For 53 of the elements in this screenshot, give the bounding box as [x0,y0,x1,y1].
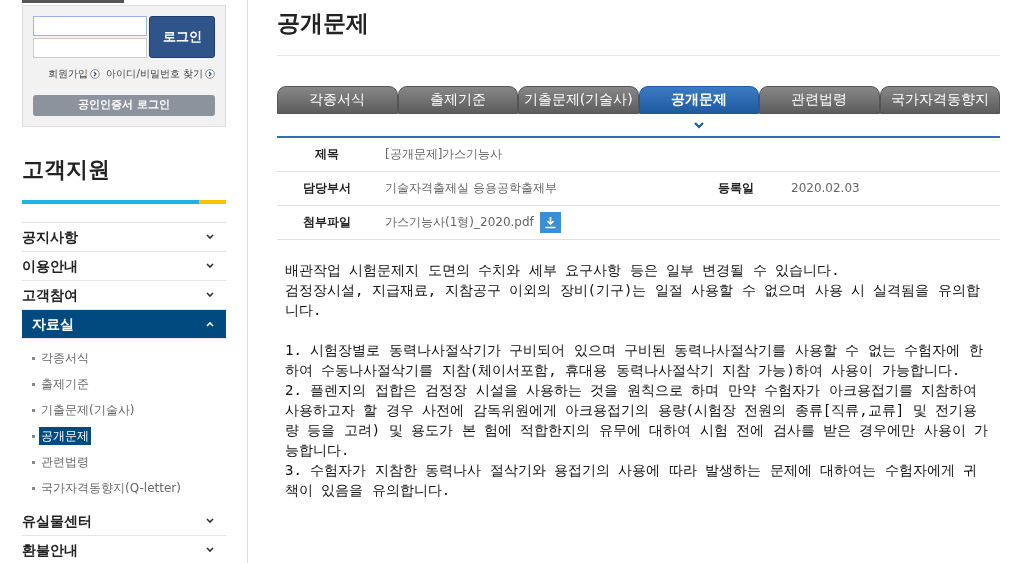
sidebar-item[interactable]: 자료실 [22,310,226,339]
bullet-icon [32,382,35,386]
account-link[interactable]: 아이디/비밀번호 찾기 [106,66,215,81]
bullet-icon [32,408,35,412]
bullet-icon [32,486,35,490]
download-icon[interactable] [539,211,561,233]
bullet-icon [32,434,35,438]
body-paragraph: 1. 시험장별로 동력나사절삭기가 구비되어 있으며 구비된 동력나사절삭기를 사용할 수 없는 수험자에 한하여 수동나사절삭기를 지참(체이서포함, 휴대용 동력나사절삭기 지참 가능)하여 사용이 가능합니다. [285,340,984,380]
id-field[interactable] [33,16,147,36]
submenu-item[interactable]: 관련법령 [39,453,91,471]
login-button[interactable]: 로그인 [149,16,215,58]
field-label: 첨부파일 [302,214,352,231]
submenu-item[interactable]: 각종서식 [39,349,91,367]
tab[interactable]: 공개문제 [638,85,759,114]
body-paragraph: 검정장시설, 지급재료, 지참공구 이외의 장비(기구)는 일절 사용할 수 없으며 사용 시 실격됨을 유의합니다. [285,280,981,320]
password-field[interactable] [33,38,147,58]
page-title: 공개문제 [277,0,1000,56]
body-paragraph: 2. 플렌지의 접합은 검정장 시설을 사용하는 것을 원칙으로 하며 만약 수험자가 아크용접기를 지참하여 사용하고자 할 경우 사전에 감독위원에게 아크용접기의 용량(시험장 전원의 종류[직류,교류] 및 전기용량 등을 고려) 및 용도가 본 험에 적합한지의 유무에 대하여 시험 전에 검사를 받은 경우에만 사용이 가능합니다. [285,380,989,460]
field-value: 기술자격출제실 응용공학출제부 [384,180,558,197]
tab[interactable]: 각종서식 [277,85,398,114]
tab[interactable]: 기출문제(기술사) [518,85,639,114]
chevron-down-icon [206,263,214,269]
arrow-circle-icon [205,68,215,79]
account-link[interactable]: 회원가입 [48,66,101,81]
field-label: 등록일 [717,180,755,197]
submenu-item[interactable]: 출제기준 [39,375,91,393]
body-paragraph: 배관작업 시험문제지 도면의 수치와 세부 요구사항 등은 일부 변경될 수 있습니다. [285,260,841,280]
body-paragraph: 3. 수험자가 지참한 동력나사 절삭기와 용접기의 사용에 따라 발생하는 문제에 대하여는 수험자에게 귀책이 있음을 유의합니다. [285,460,978,500]
field-value: 2020.02.03 [790,180,860,197]
tab[interactable]: 국가자격동향지 [879,85,1000,114]
tab[interactable]: 출제기준 [397,85,518,114]
chevron-down-icon [206,292,214,298]
chevron-down-icon [206,234,214,240]
submenu-item[interactable]: 공개문제 [39,427,91,445]
chevron-down-icon [692,120,705,129]
sidebar-item[interactable]: 이용안내 [22,252,226,281]
field-label: 제목 [314,146,340,163]
file-link[interactable]: 가스기능사(1형)_2020.pdf [377,213,534,231]
chevron-down-icon [206,547,214,553]
sidebar-item[interactable]: 유실물센터 [22,507,226,536]
tab[interactable]: 관련법령 [759,85,880,114]
chevron-up-icon [206,321,214,327]
sidebar-title: 고객지원 [22,156,111,184]
arrow-circle-icon [90,68,101,79]
sidebar-item[interactable]: 공지사항 [22,223,226,252]
field-value: [공개문제]가스기능사 [384,146,503,163]
sidebar-item[interactable]: 환불안내 [22,536,226,563]
chevron-down-icon [206,518,214,524]
submenu-item[interactable]: 국가자격동향지(Q-letter) [39,479,183,497]
bullet-icon [32,460,35,464]
field-label: 담당부서 [302,180,352,197]
bullet-icon [32,356,35,360]
submenu-item[interactable]: 기출문제(기술사) [39,401,137,419]
